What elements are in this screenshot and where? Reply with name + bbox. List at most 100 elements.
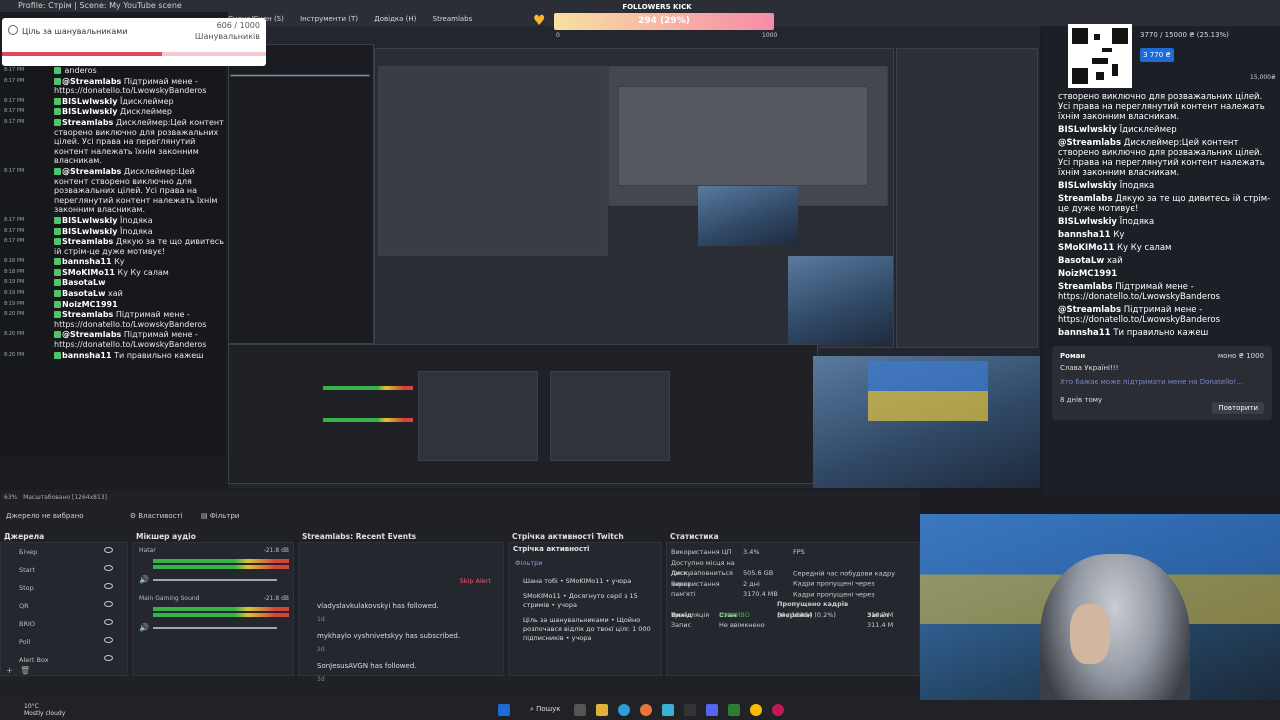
chat-username[interactable]: BISLwlwskiy [1058, 181, 1117, 191]
chat-username[interactable]: bannsha11 [1058, 328, 1111, 338]
app-icon[interactable] [662, 704, 674, 716]
folder-icon[interactable] [596, 704, 608, 716]
obs-docks: 63% Масштабовано [1264x813] Джерело не в… [0, 490, 920, 700]
chat-username[interactable]: Streamlabs [62, 237, 113, 246]
chat-username[interactable]: bannsha11 [62, 351, 112, 360]
chat-username[interactable]: Streamlabs [1058, 194, 1113, 204]
moderator-badge-icon [54, 108, 61, 116]
twitch-filter-button[interactable]: Фільтри [515, 559, 543, 567]
chat-username[interactable]: NoizMC1991 [1058, 269, 1117, 279]
right-chat-panel: створено виключно для розважальних цілей… [1044, 26, 1280, 496]
chat-username[interactable]: @Streamlabs [62, 77, 121, 86]
chat-time: 8:17 PM [4, 227, 25, 234]
visibility-eye-icon[interactable] [104, 637, 113, 643]
chat-username[interactable]: @Streamlabs [62, 330, 121, 339]
chat-username[interactable]: BISLwlwskiy [62, 97, 118, 106]
app-icon[interactable] [728, 704, 740, 716]
chat-username[interactable]: Streamlabs [1058, 282, 1113, 292]
weather-widget[interactable]: 10°C Mostly cloudy [24, 703, 65, 717]
task-view-icon[interactable] [574, 704, 586, 716]
speaker-icon[interactable]: 🔊 [139, 623, 149, 632]
source-label: Start [19, 566, 35, 574]
visibility-eye-icon[interactable] [104, 583, 113, 589]
taskbar-search[interactable]: ⌕ Пошук [530, 705, 560, 714]
gear-icon: ⚙ [129, 512, 137, 520]
chat-username[interactable]: SMoKIMo11 [62, 268, 115, 277]
visibility-eye-icon[interactable] [104, 547, 113, 553]
chat-username[interactable]: BISLwlwskiy [62, 107, 118, 116]
source-item[interactable]: BRIO [1, 615, 127, 633]
source-item[interactable]: Бічер [1, 543, 127, 561]
app-icon[interactable] [772, 704, 784, 716]
chat-time: 8:17 PM [4, 118, 25, 125]
chat-text: Їдисклеймер [1119, 125, 1177, 135]
recent-event-item[interactable]: vladyslavkulakovskyi has followed. 1d [307, 599, 493, 623]
chat-username[interactable]: Streamlabs [62, 310, 113, 319]
moderator-badge-icon [54, 227, 61, 235]
menu-item-help[interactable]: Довідка (H) [374, 15, 416, 23]
moderator-badge-icon [54, 97, 61, 105]
chat-username[interactable]: BISLwlwskiy [1058, 125, 1117, 135]
chat-username[interactable]: Streamlabs [62, 118, 113, 127]
menu-item-tools[interactable]: Інструменти (T) [300, 15, 358, 23]
obs-icon[interactable] [684, 704, 696, 716]
screen-capture-preview[interactable] [228, 26, 1040, 488]
chat-username[interactable]: BISLwlwskiy [62, 227, 118, 236]
chrome-icon[interactable] [750, 704, 762, 716]
chat-username[interactable]: @Streamlabs [62, 167, 121, 176]
donation-amount: моно ₴ 1000 [1217, 352, 1264, 360]
chat-username[interactable]: bannsha11 [62, 257, 112, 266]
zoom-level[interactable]: 63% [4, 494, 17, 501]
stats-row: Доступно місця на диску 505.6 GB Середній … [671, 558, 896, 578]
skip-alert-button[interactable]: Skip Alert [460, 577, 491, 585]
chat-text: Ти правильно кажеш [1113, 328, 1209, 338]
chat-username[interactable]: BasotaLw [62, 278, 105, 287]
chat-text: створено виключно для розважальних цілей… [1058, 92, 1265, 122]
chat-message: 8:17 PM Streamlabs Дисклеймер:Цей контент… [0, 118, 226, 166]
repeat-button[interactable]: Повторити [1212, 402, 1264, 414]
source-item[interactable]: Poll [1, 633, 127, 651]
donation-goal-max: 15,000₴ [1250, 74, 1276, 81]
chat-username[interactable]: BasotaLw [1058, 256, 1104, 266]
chat-username[interactable]: BasotaLw [62, 289, 105, 298]
visibility-eye-icon[interactable] [104, 565, 113, 571]
filters-button[interactable]: Фільтри [210, 512, 240, 520]
firefox-icon[interactable] [640, 704, 652, 716]
edge-icon[interactable] [618, 704, 630, 716]
chat-username[interactable]: bannsha11 [1058, 230, 1111, 240]
add-source-icon[interactable]: + [6, 666, 13, 675]
volume-slider[interactable] [153, 627, 277, 629]
chat-text: Ку Ку салам [1117, 243, 1172, 253]
source-item[interactable]: Stop [1, 579, 127, 597]
chat-username[interactable]: SMoKIMo11 [1058, 243, 1114, 253]
trash-icon[interactable]: 🗑 [20, 666, 30, 675]
chat-time: 8:19 PM [4, 279, 25, 286]
visibility-eye-icon[interactable] [104, 655, 113, 661]
recent-event-item[interactable]: SonJesusAVGN has followed. 3d [307, 659, 493, 683]
source-item[interactable]: Start [1, 561, 127, 579]
chat-username[interactable]: BISLwlwskiy [1058, 217, 1117, 227]
donation-goal-button[interactable]: 3 770 ₴ [1140, 48, 1174, 62]
kick-title: FOLLOWERS KICK [622, 3, 692, 11]
chat-username[interactable]: @Streamlabs [1058, 305, 1121, 315]
properties-button[interactable]: Властивості [138, 512, 182, 520]
event-ago: 1d [317, 616, 325, 623]
speaker-icon[interactable]: 🔊 [139, 575, 149, 584]
start-icon[interactable] [498, 704, 510, 716]
visibility-eye-icon[interactable] [104, 601, 113, 607]
visibility-eye-icon[interactable] [104, 619, 113, 625]
discord-icon[interactable] [706, 704, 718, 716]
chat-username[interactable]: BISLwlwskiy [62, 216, 118, 225]
chat-time: 8:17 PM [4, 67, 25, 73]
menu-item-streamlabs[interactable]: Streamlabs [433, 15, 473, 23]
kick-max: 1000 [762, 32, 778, 39]
chat-time: 8:17 PM [4, 167, 25, 174]
chat-username[interactable]: @Streamlabs [1058, 138, 1121, 148]
recent-event-item[interactable]: mykhaylo vyshnivetskyy has subscribed. 2d [307, 629, 493, 653]
moderator-badge-icon [54, 290, 61, 298]
chat-message: bannsha11 Ку [1044, 230, 1280, 240]
source-item[interactable]: QR [1, 597, 127, 615]
chat-username[interactable]: NoizMC1991 [62, 300, 118, 309]
chat-text: Їподяка [120, 215, 153, 225]
volume-slider[interactable] [153, 579, 277, 581]
